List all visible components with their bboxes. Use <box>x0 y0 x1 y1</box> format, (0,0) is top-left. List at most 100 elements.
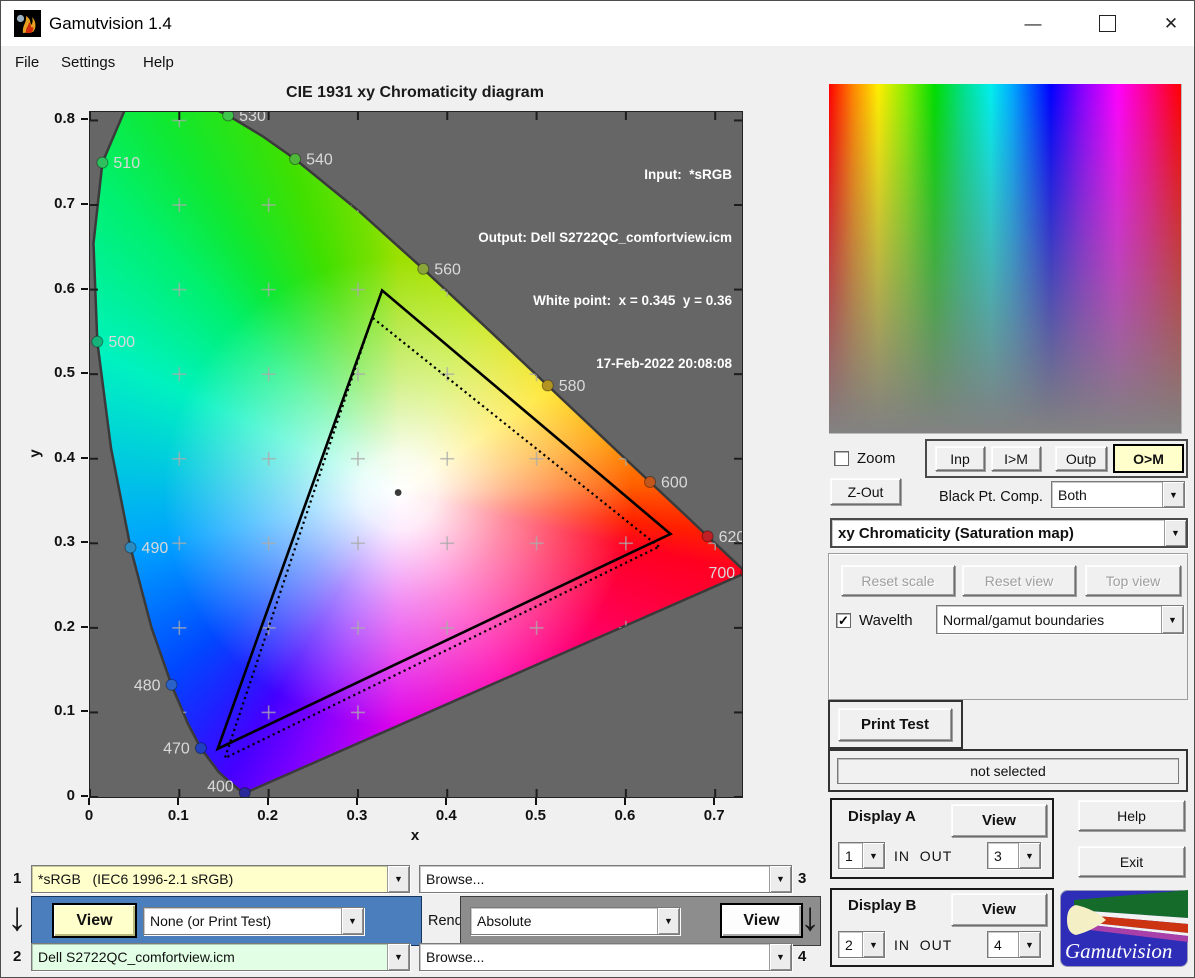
y-tick-label: 0.3 <box>54 533 75 551</box>
annotation-input: Input: *sRGB <box>644 167 732 182</box>
logo-text: Gamutvision <box>1065 939 1172 963</box>
reset-view-button[interactable]: Reset view <box>962 565 1076 596</box>
view-right-button[interactable]: View <box>720 903 803 938</box>
dropdown-arrow-icon[interactable]: ▼ <box>387 944 409 970</box>
gamutvision-logo: Gamutvision <box>1060 890 1188 967</box>
y-tick <box>80 625 88 628</box>
help-button[interactable]: Help <box>1078 800 1185 831</box>
map-mode-select[interactable]: xy Chromaticity (Saturation map) ▼ <box>830 518 1188 548</box>
wavelth-checkbox[interactable]: ✓ <box>836 613 851 628</box>
wavelength-dot <box>417 262 430 275</box>
chart-title: CIE 1931 xy Chromaticity diagram <box>286 84 544 101</box>
output-profile-select[interactable]: Dell S2722QC_comfortview.icm ▼ <box>31 943 410 971</box>
zoom-checkbox[interactable] <box>834 451 849 466</box>
outp-button[interactable]: Outp <box>1055 446 1107 471</box>
dropdown-arrow-icon[interactable]: ▼ <box>1018 932 1040 957</box>
y-tick <box>80 287 88 290</box>
y-tick <box>80 372 88 375</box>
minimize-button[interactable]: — <box>1010 1 1056 46</box>
dropdown-arrow-icon[interactable]: ▼ <box>769 944 791 970</box>
black-pt-comp-select[interactable]: Both ▼ <box>1051 481 1185 508</box>
display-b-title: Display B <box>848 897 917 914</box>
maximize-icon <box>1098 15 1116 32</box>
selection-status: not selected <box>837 758 1179 784</box>
exit-button[interactable]: Exit <box>1078 846 1185 877</box>
print-test-button[interactable]: Print Test <box>838 708 952 741</box>
dropdown-arrow-icon[interactable]: ▼ <box>1164 520 1186 546</box>
display-a-in-select[interactable]: 1 ▼ <box>838 842 885 869</box>
y-tick-label: 0.7 <box>54 195 75 213</box>
wavelength-dot <box>289 153 302 166</box>
plot-annotations: Input: *sRGB Output: Dell S2722QC_comfor… <box>478 122 732 416</box>
x-axis-label: x <box>410 827 420 844</box>
display-a-title: Display A <box>848 808 916 825</box>
reset-scale-button[interactable]: Reset scale <box>841 565 955 596</box>
flow-arrow-right-icon: ↓ <box>800 895 820 939</box>
saturation-map-image <box>829 84 1182 434</box>
x-tick <box>177 797 180 805</box>
wavelength-dot <box>644 475 657 488</box>
display-b-view-button[interactable]: View <box>951 893 1047 926</box>
o-to-m-button[interactable]: O>M <box>1113 444 1184 473</box>
dropdown-arrow-icon[interactable]: ▼ <box>862 843 884 868</box>
top-view-button[interactable]: Top view <box>1085 565 1181 596</box>
input-profile-select[interactable]: *sRGB (IEC6 1996-2.1 sRGB) ▼ <box>31 865 410 893</box>
y-tick <box>80 795 88 797</box>
menu-file[interactable]: File <box>11 52 43 73</box>
dropdown-arrow-icon[interactable]: ▼ <box>657 908 679 934</box>
inp-button[interactable]: Inp <box>935 446 985 471</box>
display-a-view-button[interactable]: View <box>951 804 1047 837</box>
x-tick <box>713 797 716 805</box>
rendering-select[interactable]: Absolute ▼ <box>470 907 680 935</box>
annotation-timestamp: 17-Feb-2022 20:08:08 <box>596 356 732 371</box>
wavelength-label: 600 <box>661 474 688 491</box>
flow-arrow-left-icon: ↓ <box>7 895 27 939</box>
y-tick <box>80 541 88 544</box>
display-b-in-select[interactable]: 2 ▼ <box>838 931 885 958</box>
y-tick-label: 0.5 <box>54 364 75 382</box>
dropdown-arrow-icon[interactable]: ▼ <box>1018 843 1040 868</box>
chromaticity-plot[interactable]: 4004704804905005105205305405605806006207… <box>89 111 743 798</box>
dropdown-arrow-icon[interactable]: ▼ <box>862 932 884 957</box>
i-to-m-button[interactable]: I>M <box>991 446 1041 471</box>
display-a-out-select[interactable]: 3 ▼ <box>987 842 1041 869</box>
dropdown-arrow-icon[interactable]: ▼ <box>769 866 791 892</box>
dropdown-arrow-icon[interactable]: ▼ <box>1161 606 1183 633</box>
display-b-out-select[interactable]: 4 ▼ <box>987 931 1041 958</box>
menu-settings[interactable]: Settings <box>57 52 119 73</box>
x-tick <box>88 797 90 805</box>
slot4-number: 4 <box>798 948 807 965</box>
x-tick-label: 0.4 <box>435 807 457 824</box>
wavelength-dot <box>222 112 235 122</box>
intent-select[interactable]: None (or Print Test) ▼ <box>143 907 364 935</box>
dropdown-arrow-icon[interactable]: ▼ <box>387 866 409 892</box>
boundaries-select[interactable]: Normal/gamut boundaries ▼ <box>936 605 1184 634</box>
wavelength-label: 530 <box>239 112 266 125</box>
wavelength-label: 560 <box>434 261 461 278</box>
z-out-button[interactable]: Z-Out <box>830 478 901 505</box>
wavelength-label: 500 <box>108 334 135 351</box>
x-tick-label: 0.2 <box>257 807 279 824</box>
slot4-browse-select[interactable]: Browse... ▼ <box>419 943 792 971</box>
wavelength-label: 470 <box>163 741 190 758</box>
white-point-marker <box>394 489 402 496</box>
menu-help[interactable]: Help <box>139 52 178 73</box>
view-left-button[interactable]: View <box>52 903 137 938</box>
gamutvision-window: Gamutvision 1.4 — ✕ File Settings Help C… <box>0 0 1195 978</box>
slot3-browse-select[interactable]: Browse... ▼ <box>419 865 792 893</box>
annotation-output: Output: Dell S2722QC_comfortview.icm <box>478 230 732 245</box>
wavelength-dot <box>238 786 251 797</box>
wavelength-dot <box>96 156 109 169</box>
wavelength-label: 510 <box>113 155 140 172</box>
dropdown-arrow-icon[interactable]: ▼ <box>341 908 363 934</box>
y-tick-label: 0.6 <box>54 279 75 297</box>
display-b-inout-label: IN OUT <box>894 937 953 953</box>
wavelth-checkbox-label: Wavelth <box>859 612 913 629</box>
slot2-number: 2 <box>13 948 22 965</box>
display-a-inout-label: IN OUT <box>894 848 953 864</box>
close-button[interactable]: ✕ <box>1148 1 1194 46</box>
maximize-button[interactable] <box>1084 1 1130 46</box>
x-tick-label: 0.5 <box>525 807 546 824</box>
wavelength-label: 540 <box>306 152 333 169</box>
dropdown-arrow-icon[interactable]: ▼ <box>1162 482 1184 507</box>
